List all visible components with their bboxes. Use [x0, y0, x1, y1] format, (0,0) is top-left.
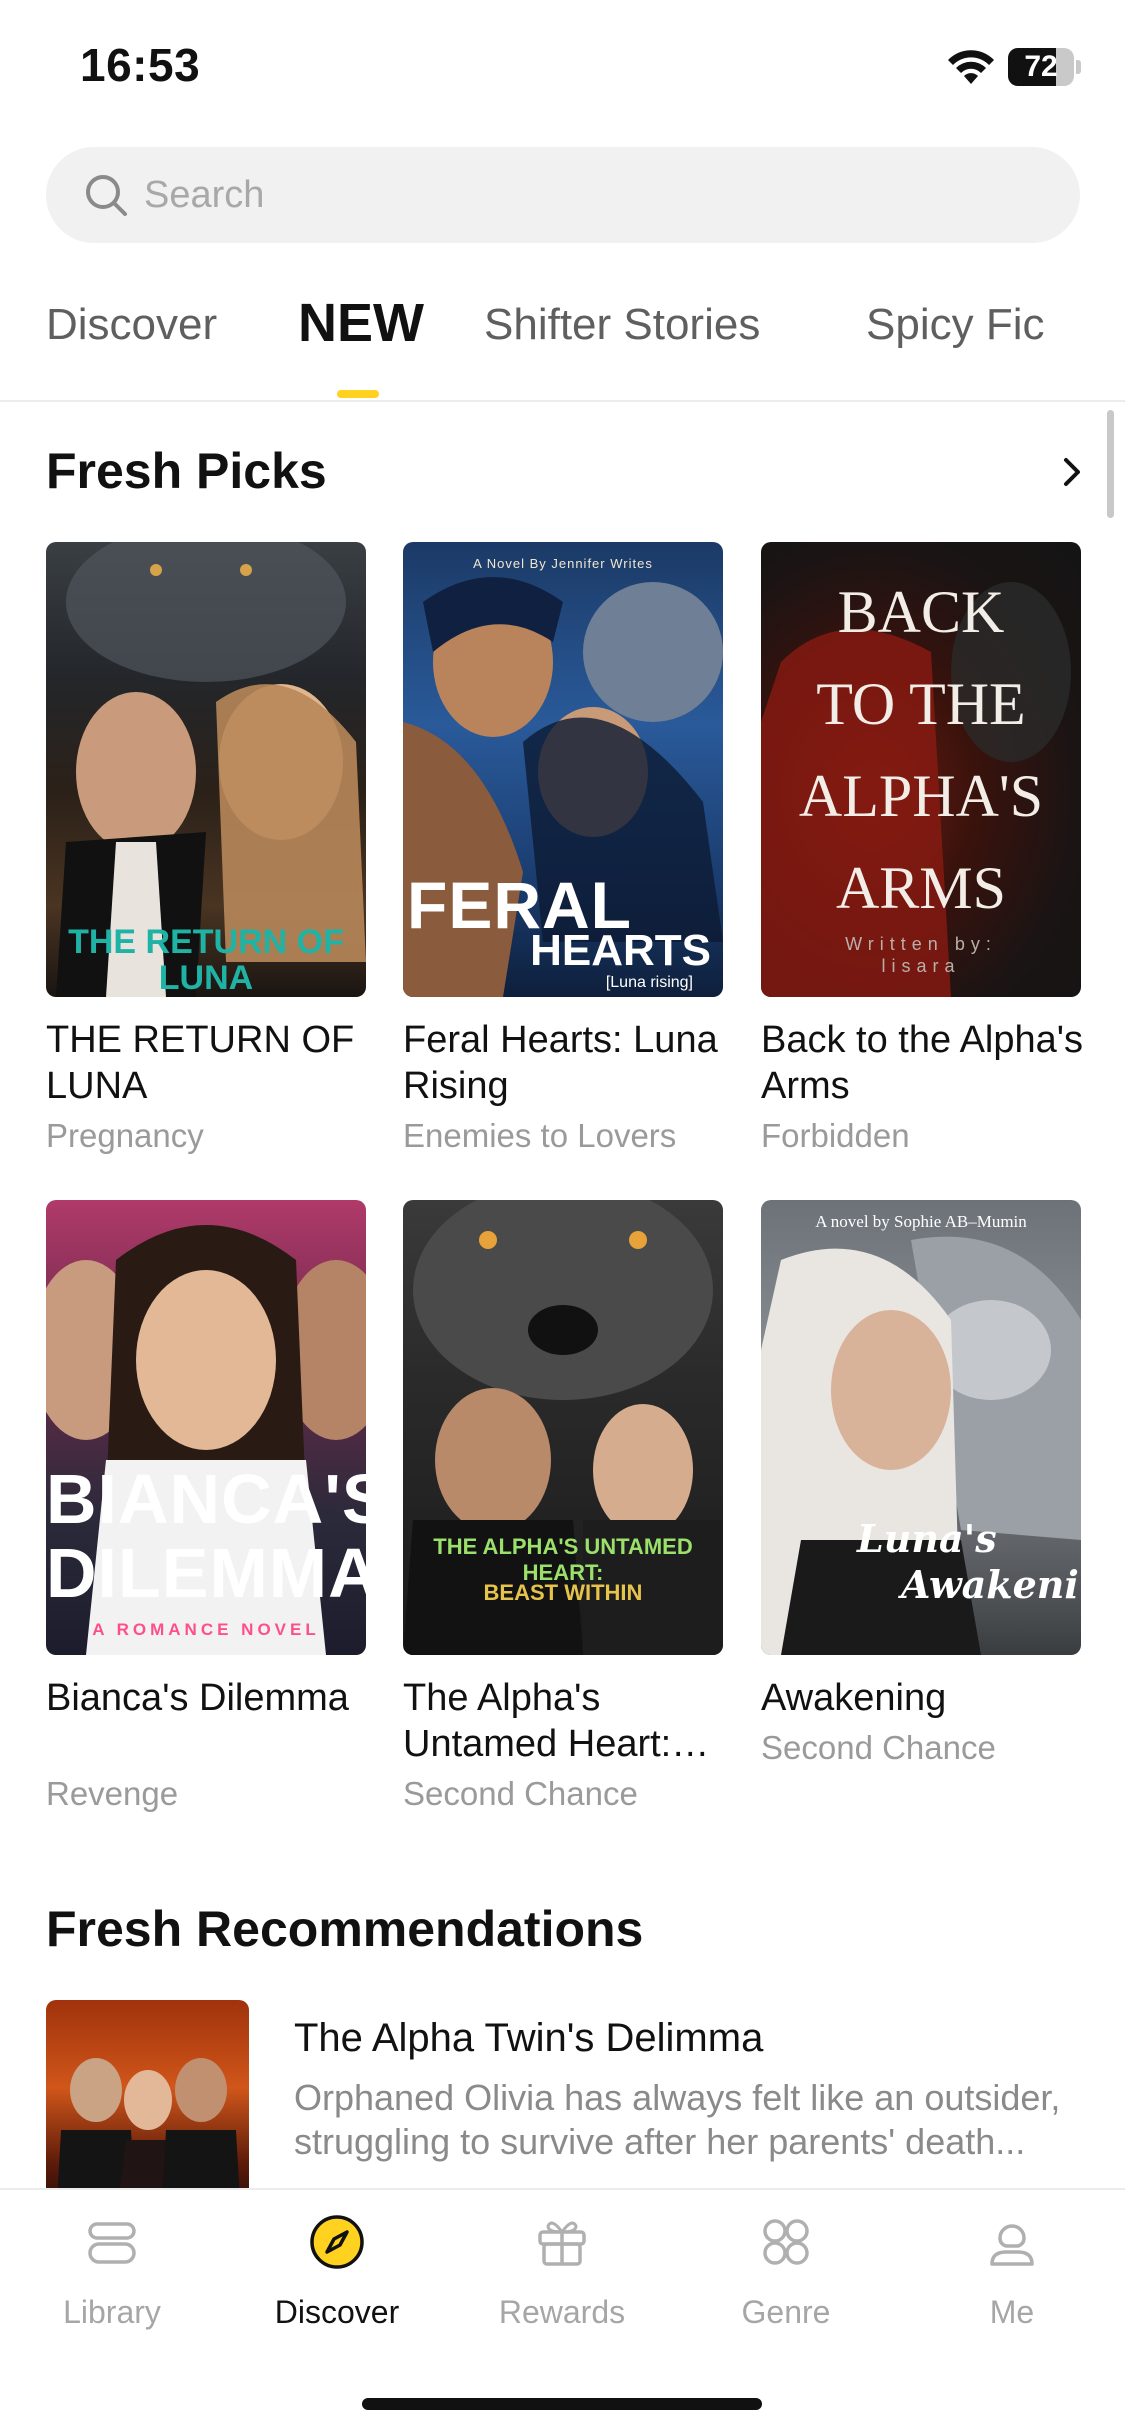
discover-screen: 16:53 72 Discover NEW Shifter Stories Sp… — [0, 0, 1125, 2436]
active-tab-indicator — [337, 390, 379, 398]
nav-rewards[interactable]: Rewards — [462, 2214, 662, 2354]
cover-subtitle: A ROMANCE NOVEL — [92, 1620, 320, 1639]
nav-label: Library — [63, 2294, 161, 2330]
book-title: THE RETURN OF LUNA — [46, 1019, 355, 1107]
book-title: Awakening — [761, 1677, 947, 1719]
status-bar: 16:53 72 — [0, 0, 1125, 135]
cover-title: TO THE — [816, 671, 1026, 737]
book-title: Bianca's Dilemma — [46, 1677, 349, 1719]
book-tag: Pregnancy — [46, 1117, 204, 1154]
book-cover[interactable]: THE RETURN OF LUNA — [46, 542, 366, 997]
cover-subtitle: [Luna rising] — [605, 974, 693, 991]
book-title: Back to the Alpha's Arms — [761, 1019, 1084, 1107]
book-cover[interactable]: A Novel By Jennifer Writes FERAL HEARTS … — [403, 542, 723, 997]
search-input[interactable] — [144, 147, 1024, 243]
nav-label: Discover — [274, 2294, 400, 2330]
nav-genre[interactable]: Genre — [686, 2214, 886, 2354]
tab-new[interactable]: NEW — [298, 292, 424, 354]
status-time: 16:53 — [80, 39, 201, 91]
cover-title: ARMS — [835, 855, 1007, 921]
book-cover[interactable]: BIANCA'S DILEMMA A ROMANCE NOVEL — [46, 1200, 366, 1655]
tab-discover[interactable]: Discover — [46, 300, 217, 350]
cover-title: BACK — [837, 579, 1005, 645]
cover-byline: A novel by Sophie AB–Mumin — [815, 1212, 1027, 1231]
chevron-right-icon[interactable] — [1060, 454, 1086, 490]
profile-icon — [990, 2224, 1034, 2266]
recommendation-description: Orphaned Olivia has always felt like an … — [294, 2077, 1061, 2162]
battery-icon: 72 — [1008, 48, 1081, 86]
scrollbar[interactable] — [1107, 410, 1114, 518]
cover-title: ALPHA'S — [798, 763, 1044, 829]
recommendation-cover[interactable] — [46, 2000, 249, 2220]
book-title: The Alpha's Untamed Heart: Beast Within — [403, 1677, 672, 1765]
trio-illustration — [56, 2058, 241, 2220]
book-tag: Second Chance — [761, 1729, 996, 1766]
nav-library[interactable]: Library — [12, 2214, 212, 2354]
book-tag: Enemies to Lovers — [403, 1117, 677, 1154]
book-cover[interactable]: A novel by Sophie AB–Mumin Luna's Awaken… — [761, 1200, 1081, 1655]
book-tag: Forbidden — [761, 1117, 910, 1154]
nav-me[interactable]: Me — [912, 2214, 1112, 2354]
cover-title: THE RETURN OF LUNA — [68, 923, 344, 997]
cover-title: DILEMMA — [46, 1534, 366, 1612]
book-title: Feral Hearts: Luna Rising — [403, 1019, 718, 1107]
compass-icon — [310, 2215, 364, 2269]
recommendation-title: The Alpha Twin's Delimma — [294, 2016, 764, 2060]
cover-byline: A Novel By Jennifer Writes — [473, 556, 653, 571]
tab-spicy-fic[interactable]: Spicy Fic — [866, 300, 1044, 350]
home-indicator[interactable] — [362, 2398, 762, 2410]
category-tabs: Discover NEW Shifter Stories Spicy Fic — [0, 290, 1125, 402]
nav-label: Rewards — [498, 2294, 626, 2330]
library-icon — [88, 2222, 136, 2264]
cover-subtitle: BEAST WITHIN — [483, 1580, 643, 1605]
gift-icon — [538, 2221, 586, 2266]
cover-title: Luna's — [857, 1516, 997, 1561]
book-tag: Second Chance — [403, 1775, 638, 1812]
fresh-recommendations-title: Fresh Recommendations — [46, 1901, 644, 1957]
cover-title: THE ALPHA'S UNTAMED HEART: — [433, 1534, 693, 1585]
grid-icon — [763, 2219, 809, 2265]
search-icon — [86, 175, 127, 216]
battery-level: 72 — [1024, 50, 1058, 83]
tab-shifter-stories[interactable]: Shifter Stories — [484, 300, 760, 350]
recommendation-item[interactable]: The Alpha Twin's Delimma Orphaned Olivia… — [46, 2000, 1080, 2220]
cover-byline: Written by: — [845, 934, 997, 954]
book-cover[interactable]: BACK TO THE ALPHA'S ARMS Written by: lis… — [761, 542, 1081, 997]
wifi-icon — [948, 50, 994, 84]
cover-byline: lisara — [881, 956, 961, 976]
book-tag: Revenge — [46, 1775, 179, 1812]
fresh-picks-title: Fresh Picks — [46, 443, 327, 499]
cover-title: Awakening — [901, 1562, 1081, 1607]
nav-label: Genre — [741, 2294, 831, 2330]
cover-title: BIANCA'S — [46, 1460, 366, 1538]
search-bar[interactable] — [46, 147, 1080, 243]
nav-discover[interactable]: Discover — [237, 2214, 437, 2354]
nav-label: Me — [989, 2294, 1035, 2330]
book-cover[interactable]: THE ALPHA'S UNTAMED HEART: BEAST WITHIN — [403, 1200, 723, 1655]
cover-title: HEARTS — [530, 926, 711, 975]
